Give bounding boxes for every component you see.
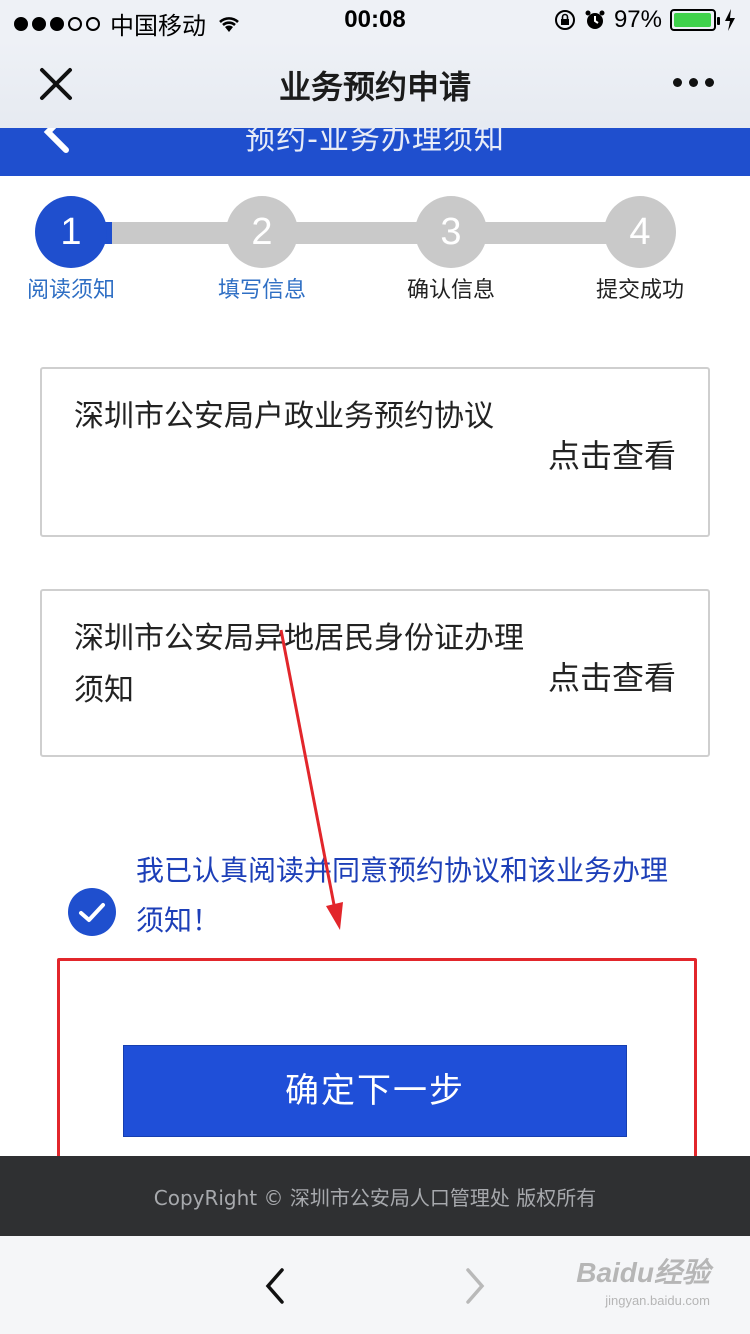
- page-title: 业务预约申请: [278, 68, 471, 106]
- status-bar: 中国移动 00:08 97%: [0, 0, 750, 40]
- annotation-highlight-box: [57, 958, 697, 1166]
- step-4: 4 提交成功: [570, 196, 710, 304]
- consent-row[interactable]: 我已认真阅读并同意预约协议和该业务办理须知！: [68, 846, 688, 956]
- notice-card[interactable]: 深圳市公安局异地居民身份证办理须知 点击查看: [40, 589, 710, 757]
- step-label: 阅读须知: [26, 278, 115, 303]
- view-agreement-link[interactable]: 点击查看: [548, 431, 676, 477]
- view-notice-link[interactable]: 点击查看: [548, 653, 676, 699]
- watermark-main: Baidu经验: [576, 1257, 710, 1288]
- alarm-icon: [585, 10, 605, 29]
- battery-percent: 97%: [613, 6, 662, 33]
- step-1: 1 阅读须知: [1, 196, 141, 304]
- more-options-icon[interactable]: [673, 78, 714, 87]
- sub-header: 预约-业务办理须知: [0, 128, 750, 176]
- forward-icon[interactable]: [456, 1266, 492, 1306]
- step-number: 4: [604, 196, 676, 268]
- status-right: 97%: [554, 6, 736, 34]
- footer: CopyRight © 深圳市公安局人口管理处 版权所有: [0, 1156, 750, 1236]
- charging-bolt-icon: [725, 9, 735, 31]
- step-label: 确认信息: [406, 278, 495, 303]
- step-track: [72, 222, 640, 244]
- step-2: 2 填写信息: [192, 196, 332, 304]
- back-icon[interactable]: [258, 1266, 294, 1306]
- checkmark-icon: [79, 903, 105, 922]
- progress-steps: 1 阅读须知 2 填写信息 3 确认信息 4 提交成功: [0, 196, 750, 316]
- step-label: 提交成功: [595, 278, 684, 303]
- step-3: 3 确认信息: [381, 196, 521, 304]
- agreement-title: 深圳市公安局户政业务预约协议: [74, 399, 494, 434]
- copyright-text: CopyRight © 深圳市公安局人口管理处 版权所有: [153, 1186, 597, 1210]
- nav-bar: 业务预约申请: [0, 40, 750, 128]
- watermark-sub: jingyan.baidu.com: [605, 1293, 710, 1308]
- orientation-lock-icon: [554, 10, 575, 30]
- agreement-card[interactable]: 深圳市公安局户政业务预约协议 点击查看: [40, 367, 710, 537]
- section-title: 预约-业务办理须知: [245, 128, 505, 157]
- browser-toolbar: Baidu经验 jingyan.baidu.com: [0, 1236, 750, 1334]
- notice-title: 深圳市公安局异地居民身份证办理须知: [74, 621, 524, 708]
- consent-text: 我已认真阅读并同意预约协议和该业务办理须知！: [136, 854, 669, 937]
- battery-level: [674, 13, 711, 27]
- step-label: 填写信息: [217, 278, 306, 303]
- battery-icon: [670, 9, 720, 31]
- step-number: 2: [226, 196, 298, 268]
- consent-checkbox[interactable]: [68, 888, 116, 936]
- step-number: 3: [415, 196, 487, 268]
- step-number: 1: [35, 196, 107, 268]
- watermark-logo: Baidu经验 jingyan.baidu.com: [576, 1251, 710, 1308]
